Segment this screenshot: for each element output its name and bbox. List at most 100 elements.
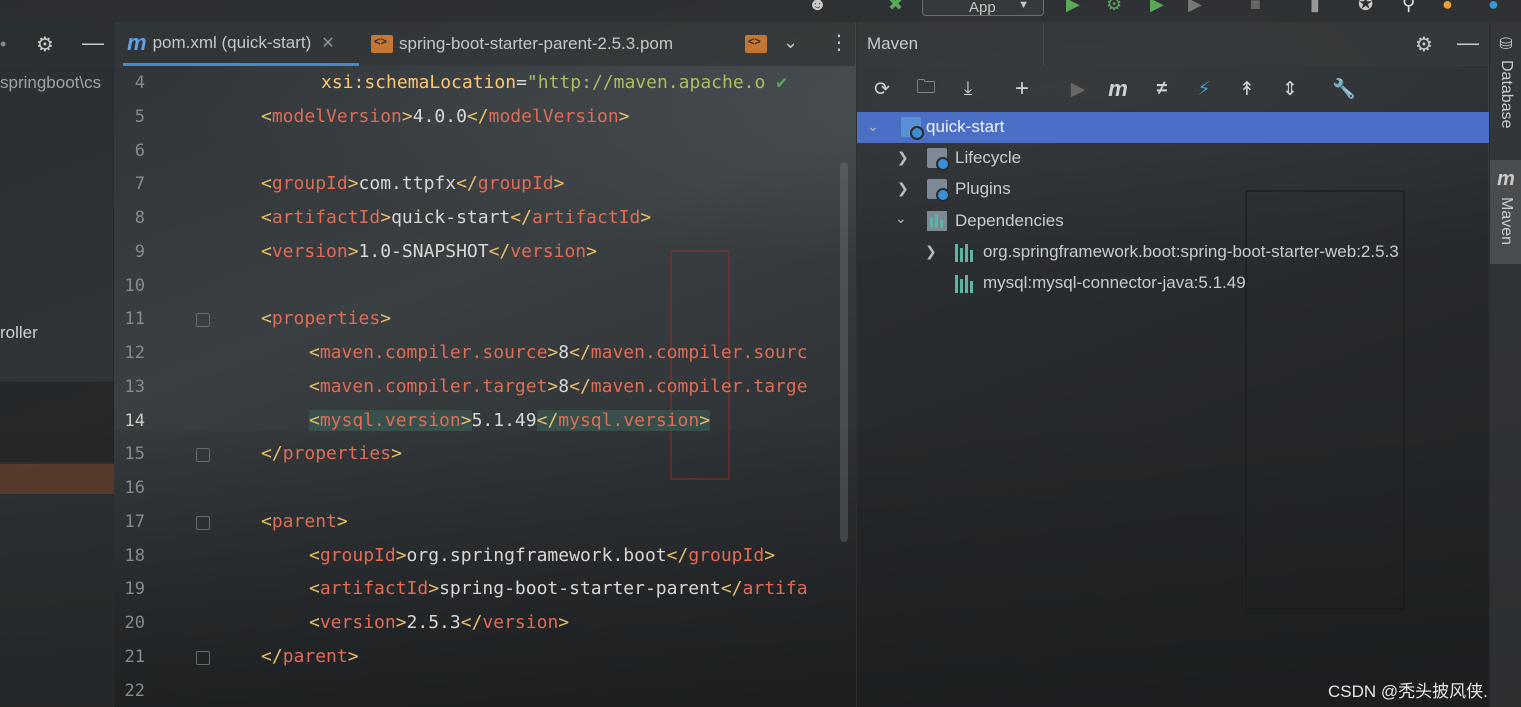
notification-icon[interactable]: ● (1442, 0, 1453, 14)
project-tree-item[interactable]: roller (0, 323, 38, 343)
line-number: 12 (124, 343, 145, 363)
chevron-down-icon[interactable]: ⌄ (895, 210, 907, 227)
hammer-icon[interactable]: ✖ (888, 0, 903, 14)
right-tool-strip: ⛁ Database m Maven (1489, 22, 1521, 707)
line-number-gutter: 4 5 6 7 8 9 10 11 12 13 14 15 16 17 18 1… (115, 66, 210, 707)
line-number: 22 (124, 681, 145, 701)
xml-tag: groupId (319, 545, 396, 566)
collapse-all-icon[interactable]: ⇕ (1275, 74, 1305, 104)
code-line-4: xsi:schemaLocation="http://maven.apache.… (321, 72, 787, 96)
plugin-icon[interactable]: ● (1488, 0, 1499, 14)
chevron-right-icon[interactable]: ❯ (897, 180, 909, 197)
hide-panel-icon[interactable]: — (82, 30, 104, 56)
search-icon[interactable]: ⚲ (1402, 0, 1415, 14)
xml-value: com.ttpfx (358, 173, 457, 194)
dependencies-folder-icon (927, 211, 947, 231)
editor-scrollbar[interactable] (840, 162, 848, 542)
gear-icon[interactable]: ⚙ (1415, 32, 1433, 57)
tree-item-dependency[interactable]: mysql:mysql-connector-java:5.1.49 (857, 268, 1489, 299)
execute-goal-icon[interactable]: m (1103, 74, 1133, 104)
maven-panel-title: Maven (867, 34, 919, 53)
line-number: 4 (134, 73, 145, 93)
settings-wrench-icon[interactable]: 🔧 (1329, 74, 1359, 104)
show-dependencies-icon[interactable]: ↟ (1232, 74, 1262, 104)
chevron-right-icon[interactable]: ❯ (925, 243, 937, 260)
translate-icon[interactable]: ✪ (1358, 0, 1373, 14)
close-icon[interactable]: ✕ (321, 33, 334, 53)
editor-tabs: m pom.xml (quick-start) ✕ spring-boot-st… (115, 22, 855, 66)
xml-equals: = (516, 72, 527, 93)
chevron-down-icon[interactable]: ⌄ (783, 32, 798, 53)
code-editor[interactable]: m pom.xml (quick-start) ✕ spring-boot-st… (115, 22, 855, 707)
code-line-9: <version>1.0-SNAPSHOT</version> (261, 241, 597, 262)
xml-value: org.springframework.boot (406, 545, 667, 566)
code-line-11: <properties> (261, 308, 392, 329)
tab-label: pom.xml (quick-start) (152, 32, 312, 52)
tab-overflow[interactable] (745, 22, 775, 66)
run-config-selector[interactable]: App ▼ (922, 0, 1044, 16)
tree-item-label: quick-start (926, 117, 1005, 136)
tree-item-dependency[interactable]: ❯ org.springframework.boot:spring-boot-s… (857, 237, 1489, 268)
code-line-21: </parent> (261, 646, 359, 667)
line-number: 15 (124, 444, 145, 464)
tab-parent-pom[interactable]: spring-boot-starter-parent-2.5.3.pom (371, 22, 711, 66)
plugins-folder-icon (927, 179, 950, 202)
add-folder-icon[interactable]: 🗀 (911, 74, 941, 104)
library-icon (955, 242, 975, 262)
project-panel-header: • ⚙ — (0, 22, 113, 66)
skip-tests-icon[interactable]: ⚡ (1189, 74, 1219, 104)
project-tree-selected-item[interactable] (0, 464, 114, 494)
database-icon: ⛁ (1499, 36, 1513, 53)
xml-tag: artifactId (319, 578, 429, 599)
run-icon[interactable]: ▶ (1063, 74, 1093, 104)
tree-item-label: Plugins (955, 179, 1011, 198)
code-area[interactable]: xsi:schemaLocation="http://maven.apache.… (205, 66, 845, 707)
user-icon[interactable]: ☻ (808, 0, 827, 14)
reload-icon[interactable]: ⟳ (867, 74, 897, 104)
xml-value: 2.5.3 (406, 612, 461, 633)
maven-icon: m (1497, 168, 1515, 190)
code-line-13: <maven.compiler.target>8</maven.compiler… (309, 376, 808, 397)
line-number: 10 (124, 276, 145, 296)
line-number: 20 (124, 613, 145, 633)
gear-icon[interactable]: ⚙ (36, 32, 54, 57)
chevron-down-icon[interactable]: ⌄ (867, 118, 879, 135)
line-number: 14 (124, 411, 145, 431)
tree-item-lifecycle[interactable]: ❯ Lifecycle (857, 143, 1489, 174)
code-line-18: <groupId>org.springframework.boot</group… (309, 545, 776, 566)
tab-pom-xml[interactable]: m pom.xml (quick-start) ✕ (123, 22, 359, 66)
code-line-20: <version>2.5.3</version> (309, 612, 570, 633)
chevron-right-icon[interactable]: ❯ (897, 149, 909, 166)
main-toolbar: ☻ ✖ App ▼ ▶ ⚙ ▶ ▶ ■ ▮ ✪ ⚲ ● ● (0, 0, 1521, 22)
profile-icon[interactable]: ▶ (1188, 0, 1202, 14)
splitter-icon: • (0, 34, 7, 54)
tree-item-plugins[interactable]: ❯ Plugins (857, 174, 1489, 205)
chevron-down-icon: ▼ (1018, 0, 1029, 11)
toggle-offline-icon[interactable]: ≠ (1147, 74, 1177, 104)
add-icon[interactable]: + (1007, 74, 1037, 104)
xml-tag: artifa (742, 578, 808, 599)
vcs-icon[interactable]: ▮ (1310, 0, 1320, 14)
tree-item-quick-start[interactable]: ⌄ quick-start (857, 112, 1489, 143)
code-line-14: <mysql.version>5.1.49</mysql.version> (309, 410, 711, 431)
tree-item-label: org.springframework.boot:spring-boot-sta… (983, 242, 1399, 261)
hide-panel-icon[interactable]: — (1457, 30, 1479, 56)
xml-tag: parent (271, 511, 337, 532)
tool-window-maven[interactable]: m Maven (1490, 160, 1521, 264)
xml-value: quick-start (391, 207, 511, 228)
coverage-icon[interactable]: ▶ (1150, 0, 1164, 14)
xml-tag: maven.compiler.sourc (590, 342, 808, 363)
xml-value: 1.0-SNAPSHOT (358, 241, 489, 262)
tree-item-dependencies[interactable]: ⌄ Dependencies (857, 206, 1489, 237)
project-path[interactable]: springboot\cs (0, 73, 101, 93)
library-icon (955, 273, 975, 293)
pom-file-icon (371, 35, 393, 53)
stop-icon[interactable]: ■ (1250, 0, 1261, 14)
tool-window-database[interactable]: ⛁ Database (1490, 34, 1521, 154)
run-icon[interactable]: ▶ (1066, 0, 1080, 14)
project-panel: • ⚙ — springboot\cs roller (0, 22, 114, 707)
debug-icon[interactable]: ⚙ (1106, 0, 1122, 14)
more-options-icon[interactable]: ⋮ (829, 30, 849, 55)
xml-tag: groupId (688, 545, 765, 566)
download-icon[interactable]: ⤓ (953, 74, 983, 104)
